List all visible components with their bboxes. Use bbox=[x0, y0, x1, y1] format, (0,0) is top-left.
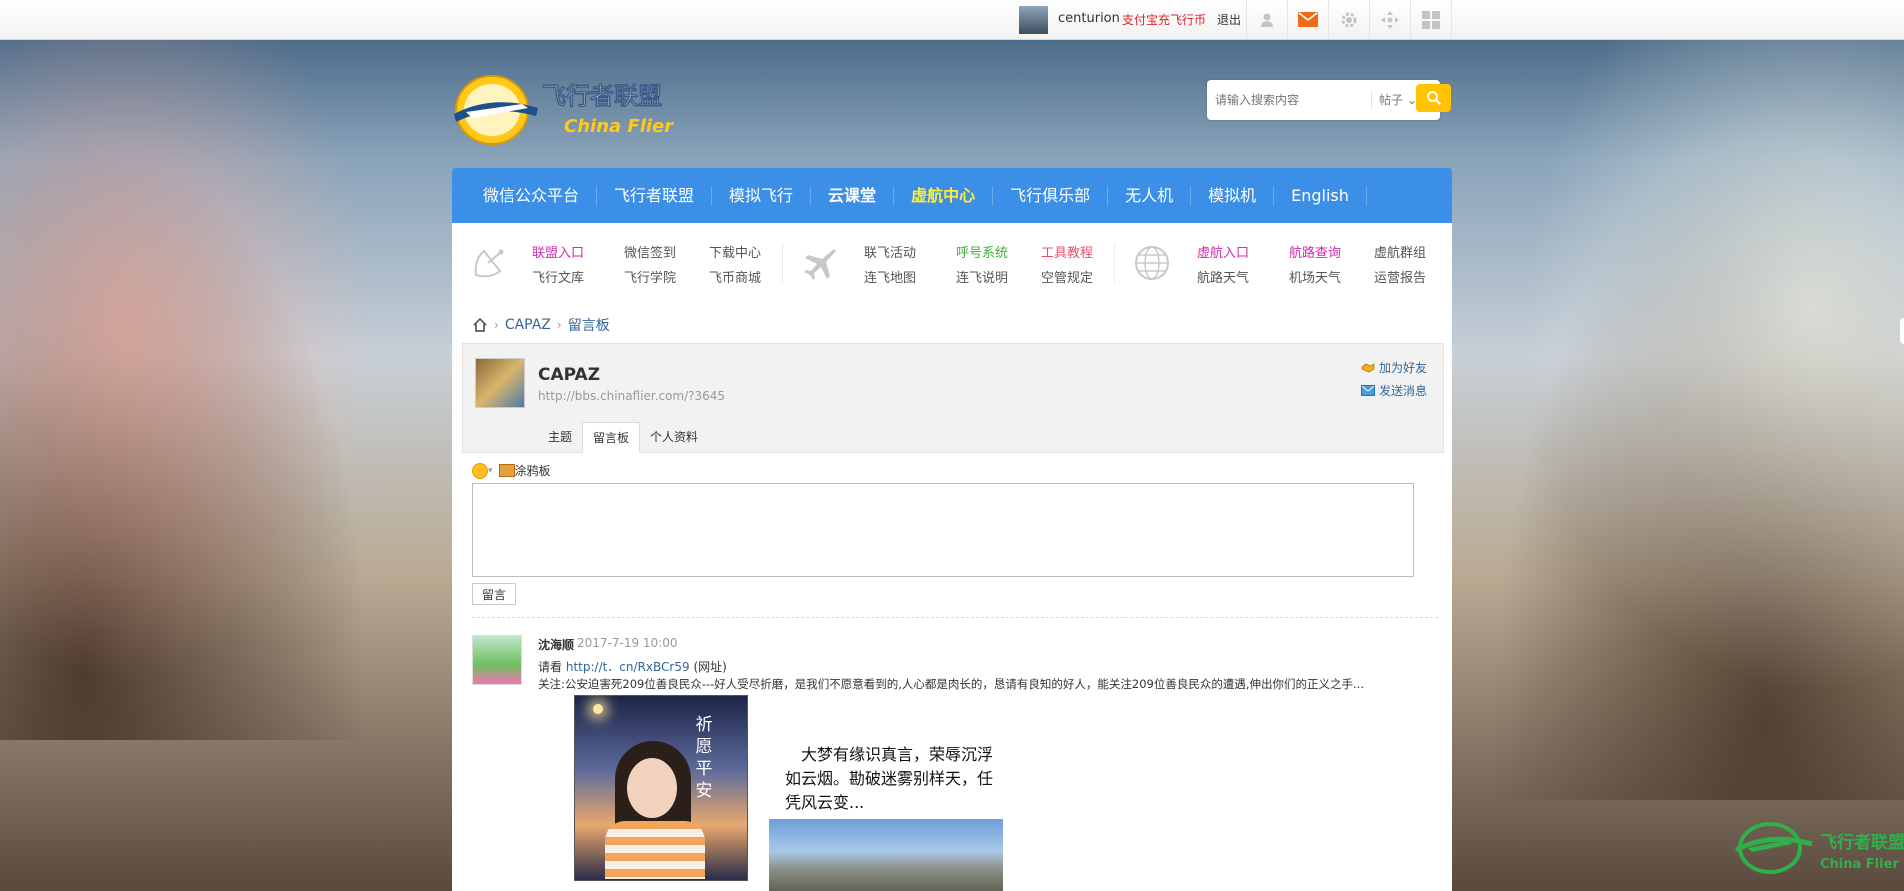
link-operations-report[interactable]: 运营报告 bbox=[1374, 267, 1426, 286]
link-route-weather[interactable]: 航路天气 bbox=[1197, 267, 1249, 286]
watermark-en: China Flier bbox=[1820, 857, 1899, 872]
globe-icon bbox=[1135, 246, 1169, 280]
link-flight-academy[interactable]: 飞行学院 bbox=[624, 267, 676, 286]
top-bar: centurion 支付宝充飞行币 退出 bbox=[0, 0, 1904, 40]
link-union-entry[interactable]: 联盟入口 bbox=[532, 242, 584, 261]
mail-icon[interactable] bbox=[1287, 0, 1328, 39]
nav-item-drone[interactable]: 无人机 bbox=[1108, 185, 1192, 206]
divider bbox=[472, 617, 1438, 618]
breadcrumb: › CAPAZ › 留言板 bbox=[472, 315, 610, 335]
nav-item-flying-club[interactable]: 飞行俱乐部 bbox=[993, 185, 1109, 206]
logo-cn-text: 飞行者联盟 bbox=[542, 82, 662, 110]
link-joint-flight-map[interactable]: 连飞地图 bbox=[864, 267, 916, 286]
link-download-center[interactable]: 下载中心 bbox=[709, 242, 761, 261]
entry-image-girl[interactable]: 祈愿平安 bbox=[574, 695, 748, 881]
tab-topics[interactable]: 主题 bbox=[538, 422, 582, 452]
entry-image-building[interactable] bbox=[769, 819, 1003, 891]
profile-tabs: 主题 留言板 个人资料 bbox=[538, 422, 708, 453]
link-flight-library[interactable]: 飞行文库 bbox=[532, 267, 584, 286]
message-textarea[interactable] bbox=[472, 483, 1414, 577]
logo-en-text: China Flier bbox=[564, 116, 674, 137]
link-wechat-checkin[interactable]: 微信签到 bbox=[624, 242, 676, 261]
watermark-cn: 飞行者联盟 bbox=[1820, 832, 1904, 853]
entry-poem: 大梦有缘识真言，荣辱沉浮如云烟。勘破迷雾别样天，任凭风云变... bbox=[785, 745, 994, 812]
entry-link[interactable]: http://t．cn/RxBCr59 bbox=[566, 660, 690, 674]
home-icon[interactable] bbox=[472, 317, 488, 333]
background-left bbox=[0, 40, 420, 740]
graffiti-icon[interactable] bbox=[498, 464, 515, 477]
profile-url[interactable]: http://bbs.chinaflier.com/?3645 bbox=[538, 389, 725, 403]
link-callsign-system[interactable]: 呼号系统 bbox=[956, 242, 1008, 261]
main-nav: 微信公众平台 飞行者联盟 模拟飞行 云课堂 虚航中心 飞行俱乐部 无人机 模拟机… bbox=[452, 168, 1452, 223]
pay-link[interactable]: 支付宝充飞行币 bbox=[1122, 11, 1206, 28]
user-icon[interactable] bbox=[1246, 0, 1287, 39]
link-joint-flight-event[interactable]: 联飞活动 bbox=[864, 242, 916, 261]
submit-message-button[interactable]: 留言 bbox=[472, 583, 516, 605]
search-button[interactable] bbox=[1416, 84, 1451, 112]
entry-line1: 请看 http://t．cn/RxBCr59 (网址) bbox=[538, 660, 727, 674]
satellite-dish-icon bbox=[474, 249, 504, 278]
link-virtual-airline-groups[interactable]: 虚航群组 bbox=[1374, 242, 1426, 261]
quick-links-divider bbox=[1114, 243, 1115, 283]
airplane-icon bbox=[804, 249, 836, 280]
nav-item-flier-union[interactable]: 飞行者联盟 bbox=[597, 185, 713, 206]
profile-header: CAPAZ http://bbs.chinaflier.com/?3645 加为… bbox=[462, 343, 1444, 453]
nav-item-virtual-airline[interactable]: 虚航中心 bbox=[894, 185, 994, 206]
add-friend-button[interactable]: 加为好友 bbox=[1361, 359, 1427, 376]
logout-link[interactable]: 退出 bbox=[1217, 11, 1241, 28]
quick-links-divider bbox=[782, 243, 783, 283]
nav-item-simulator[interactable]: 模拟机 bbox=[1191, 185, 1275, 206]
site-logo[interactable]: 飞行者联盟 China Flier bbox=[452, 72, 692, 148]
watermark-logo: 飞行者联盟 China Flier bbox=[1734, 818, 1904, 878]
link-virtual-airline-entry[interactable]: 虚航入口 bbox=[1197, 242, 1249, 261]
tab-profile-info[interactable]: 个人资料 bbox=[640, 422, 708, 452]
background-right bbox=[1444, 40, 1904, 800]
entry-author-avatar[interactable] bbox=[472, 635, 522, 685]
quick-links: 联盟入口 微信签到 下载中心 飞行文库 飞行学院 飞币商城 联飞活动 呼号系统 … bbox=[452, 223, 1452, 302]
breadcrumb-user[interactable]: CAPAZ bbox=[505, 317, 551, 333]
link-joint-flight-guide[interactable]: 连飞说明 bbox=[956, 267, 1008, 286]
profile-name[interactable]: CAPAZ bbox=[538, 365, 600, 385]
link-atc-rules[interactable]: 空管规定 bbox=[1041, 267, 1093, 286]
link-tool-tutorial[interactable]: 工具教程 bbox=[1041, 242, 1093, 261]
profile-avatar[interactable] bbox=[475, 358, 525, 408]
nav-item-cloud-class[interactable]: 云课堂 bbox=[811, 185, 895, 206]
search-box: 帖子 ⌄ bbox=[1207, 80, 1440, 120]
main-content: › CAPAZ › 留言板 CAPAZ http://bbs.chinaflie… bbox=[452, 301, 1452, 891]
entry-author[interactable]: 沈海顺 bbox=[538, 636, 574, 653]
link-coin-mall[interactable]: 飞币商城 bbox=[709, 267, 761, 286]
gear-icon[interactable] bbox=[1328, 0, 1369, 39]
link-airport-weather[interactable]: 机场天气 bbox=[1289, 267, 1341, 286]
username-link[interactable]: centurion bbox=[1058, 11, 1120, 26]
search-type-select[interactable]: 帖子 ⌄ bbox=[1371, 91, 1417, 108]
image-caption: 祈愿平安 bbox=[695, 715, 713, 801]
composer-toolbar: ▾ 涂鸦板 bbox=[472, 462, 551, 479]
nav-item-wechat[interactable]: 微信公众平台 bbox=[466, 185, 598, 206]
entry-text: 关注:公安迫害死209位善良民众---好人受尽折磨，是我们不愿意看到的,人心都是… bbox=[538, 677, 1364, 691]
graffiti-label[interactable]: 涂鸦板 bbox=[515, 462, 551, 479]
grid-icon[interactable] bbox=[1410, 0, 1452, 39]
emoji-dropdown-icon[interactable]: ▾ bbox=[488, 466, 493, 476]
entry-time: 2017-7-19 10:00 bbox=[577, 636, 678, 650]
side-tab[interactable] bbox=[1900, 318, 1904, 344]
envelope-icon bbox=[1361, 385, 1375, 396]
nav-item-english[interactable]: English bbox=[1274, 185, 1367, 206]
search-input[interactable] bbox=[1213, 88, 1367, 112]
breadcrumb-guestbook[interactable]: 留言板 bbox=[568, 315, 610, 335]
tab-guestbook[interactable]: 留言板 bbox=[582, 422, 641, 453]
handshake-icon bbox=[1361, 363, 1375, 373]
link-route-query[interactable]: 航路查询 bbox=[1289, 242, 1341, 261]
move-icon[interactable] bbox=[1369, 0, 1410, 39]
user-avatar[interactable] bbox=[1019, 6, 1048, 34]
search-icon bbox=[1426, 91, 1441, 106]
nav-item-sim-flight[interactable]: 模拟飞行 bbox=[712, 185, 812, 206]
send-message-button[interactable]: 发送消息 bbox=[1361, 382, 1427, 399]
emoji-icon[interactable] bbox=[472, 462, 488, 479]
